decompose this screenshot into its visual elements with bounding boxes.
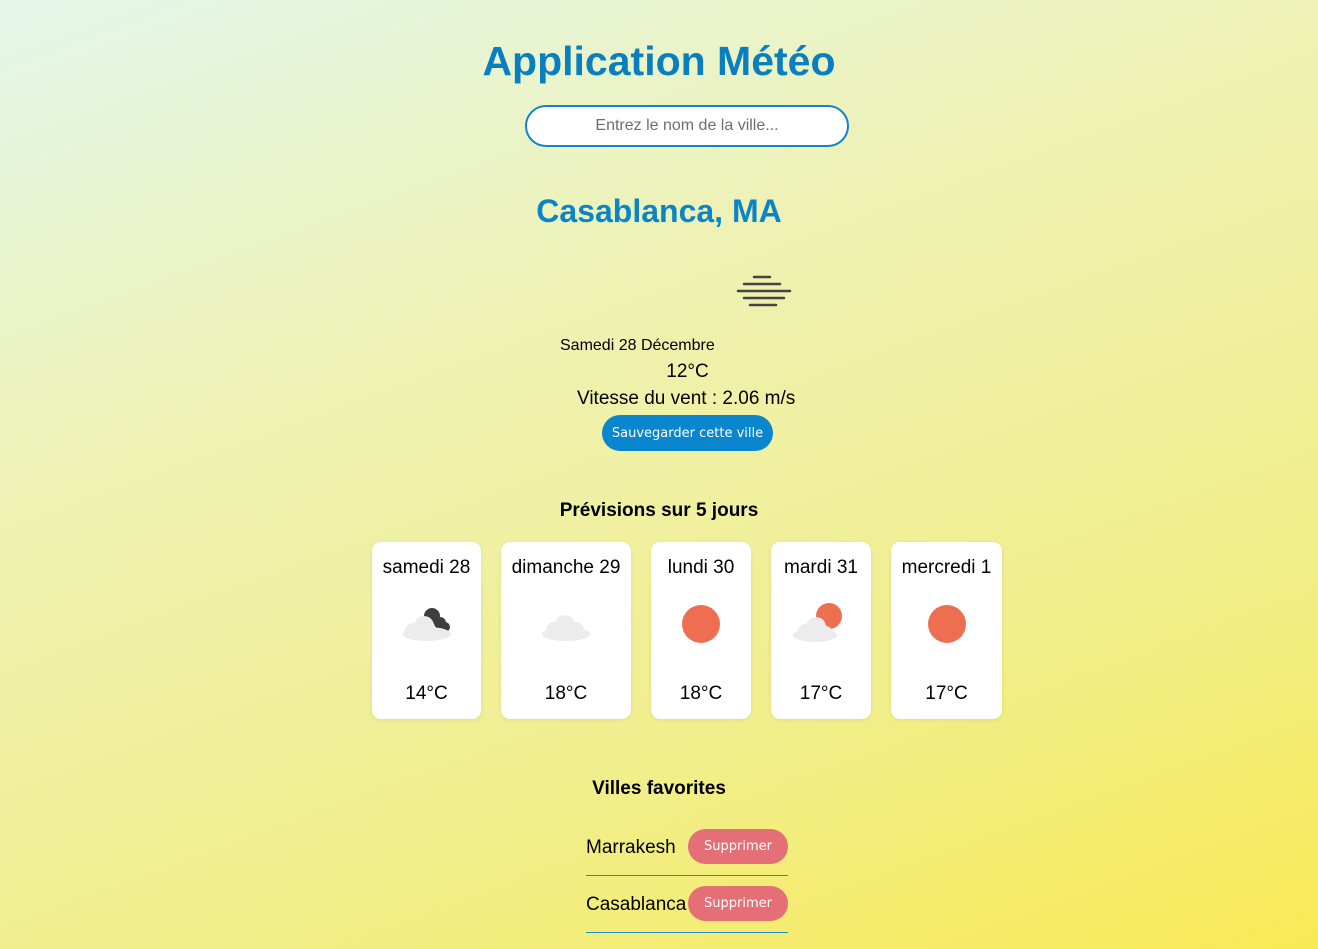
forecast-temp: 17°C (925, 683, 968, 704)
favorite-item: Marrakesh Supprimer (586, 829, 788, 876)
app-title: Application Météo (482, 38, 836, 84)
forecast-day: dimanche 29 (511, 557, 621, 578)
favorite-city-name[interactable]: Casablanca (586, 894, 686, 916)
forecast-day: mercredi 1 (901, 557, 992, 578)
forecast-temp: 18°C (544, 683, 588, 704)
favorite-city-name[interactable]: Marrakesh (586, 837, 676, 859)
forecast-title: Prévisions sur 5 jours (559, 500, 759, 521)
favorites-title: Villes favorites (592, 778, 726, 799)
forecast-temp: 17°C (799, 683, 843, 704)
forecast-card: lundi 30 18°C (651, 542, 751, 719)
city-name: Casablanca, MA (536, 193, 782, 229)
forecast-temp: 14°C (405, 683, 448, 704)
search-input[interactable] (525, 105, 849, 147)
save-city-button[interactable]: Sauvegarder cette ville (602, 415, 773, 451)
delete-favorite-button[interactable]: Supprimer (688, 829, 788, 864)
forecast-card: mardi 31 17°C (771, 542, 871, 719)
wind-speed: Vitesse du vent : 2.06 m/s (577, 388, 796, 409)
forecast-card: samedi 28 14°C (372, 542, 481, 719)
forecast-card: dimanche 29 18°C (501, 542, 631, 719)
partly-cloudy-night-icon (402, 608, 451, 641)
sun-icon (927, 605, 966, 643)
forecast-card: mercredi 1 17°C (891, 542, 1002, 719)
cloud-icon (542, 615, 590, 641)
forecast-day: lundi 30 (667, 557, 735, 578)
current-temperature: 12°C (666, 361, 709, 382)
forecast-temp: 18°C (679, 683, 723, 704)
favorite-item: Casablanca Supprimer (586, 886, 788, 933)
delete-favorite-button[interactable]: Supprimer (688, 886, 788, 921)
current-date: Samedi 28 Décembre (560, 337, 715, 354)
partly-sunny-icon (793, 603, 842, 642)
forecast-day: mardi 31 (784, 557, 858, 578)
forecast-day: samedi 28 (382, 557, 471, 578)
sun-icon (682, 605, 720, 643)
mist-icon (736, 275, 792, 307)
